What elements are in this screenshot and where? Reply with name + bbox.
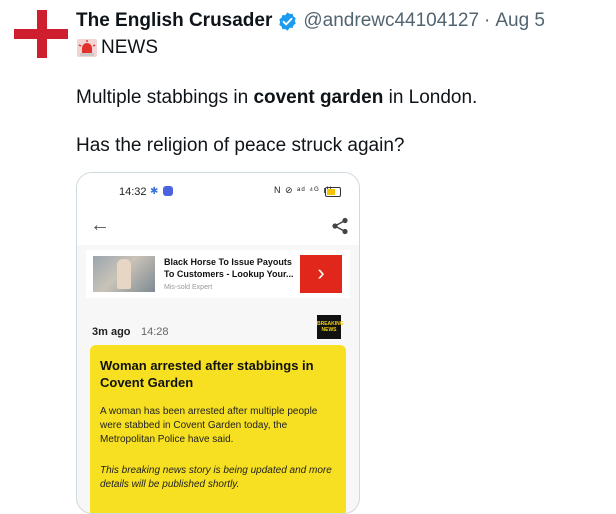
tweet-media-image[interactable]: 14:32 ✱ N ⊘ ᵃᵈ ⁴ᴳ ıll ← Black Horse To I… (76, 172, 360, 514)
app-nav-bar: ← (77, 209, 359, 245)
breaking-news-logo: BREAKING NEWS (317, 315, 344, 339)
tweet-line-1-bold: covent garden (253, 87, 384, 108)
tweet-line-1-pre: Multiple stabbings in (76, 87, 254, 108)
status-indicators: N ⊘ ᵃᵈ ⁴ᴳ ıll (274, 185, 333, 195)
breaking-news-card: Woman arrested after stabbings in Covent… (90, 345, 346, 513)
ad-banner: Black Horse To Issue Payouts To Customer… (86, 250, 350, 298)
ad-title: Black Horse To Issue Payouts To Customer… (164, 257, 294, 279)
avatar-cross-horizontal (14, 29, 68, 39)
avatar[interactable] (14, 10, 68, 58)
article-meta: 3m ago 14:28 BREAKING NEWS (77, 303, 359, 343)
news-label: NEWS (101, 37, 158, 58)
tweet-line-2: Has the religion of peace struck again? (76, 135, 405, 156)
tweet-text: Multiple stabbings in covent garden in L… (76, 85, 477, 159)
phone-status-bar: 14:32 ✱ N ⊘ ᵃᵈ ⁴ᴳ ıll (77, 173, 359, 209)
battery-icon (325, 187, 341, 197)
article-time: 14:28 (141, 326, 169, 338)
police-light-icon (77, 39, 97, 57)
back-arrow-icon: ← (90, 214, 110, 236)
status-time: 14:32 (119, 186, 147, 198)
tweet-line-1-post: in London. (383, 87, 478, 108)
author-handle[interactable]: @andrewc44104127 (303, 10, 479, 32)
ad-arrow-button: › (300, 255, 342, 293)
tweet-header: The English Crusader @andrewc44104127 · … (76, 9, 545, 33)
settings-gear-icon: ✱ (150, 186, 159, 197)
author-name[interactable]: The English Crusader (76, 10, 272, 32)
card-body: A woman has been arrested after multiple… (100, 406, 318, 445)
article-ago: 3m ago (92, 326, 131, 338)
share-icon (332, 217, 348, 235)
card-headline: Woman arrested after stabbings in Covent… (100, 358, 314, 390)
app-notification-icon (163, 186, 173, 196)
verified-badge-icon (279, 11, 297, 31)
tweet-line-1: Multiple stabbings in covent garden in L… (76, 85, 477, 111)
news-line: NEWS (76, 37, 158, 59)
ad-source: Mis-sold Expert (164, 284, 213, 291)
separator-dot: · (484, 10, 491, 31)
card-note: This breaking news story is being update… (100, 465, 332, 490)
tweet-date[interactable]: Aug 5 (495, 10, 545, 32)
ad-image (93, 256, 155, 292)
